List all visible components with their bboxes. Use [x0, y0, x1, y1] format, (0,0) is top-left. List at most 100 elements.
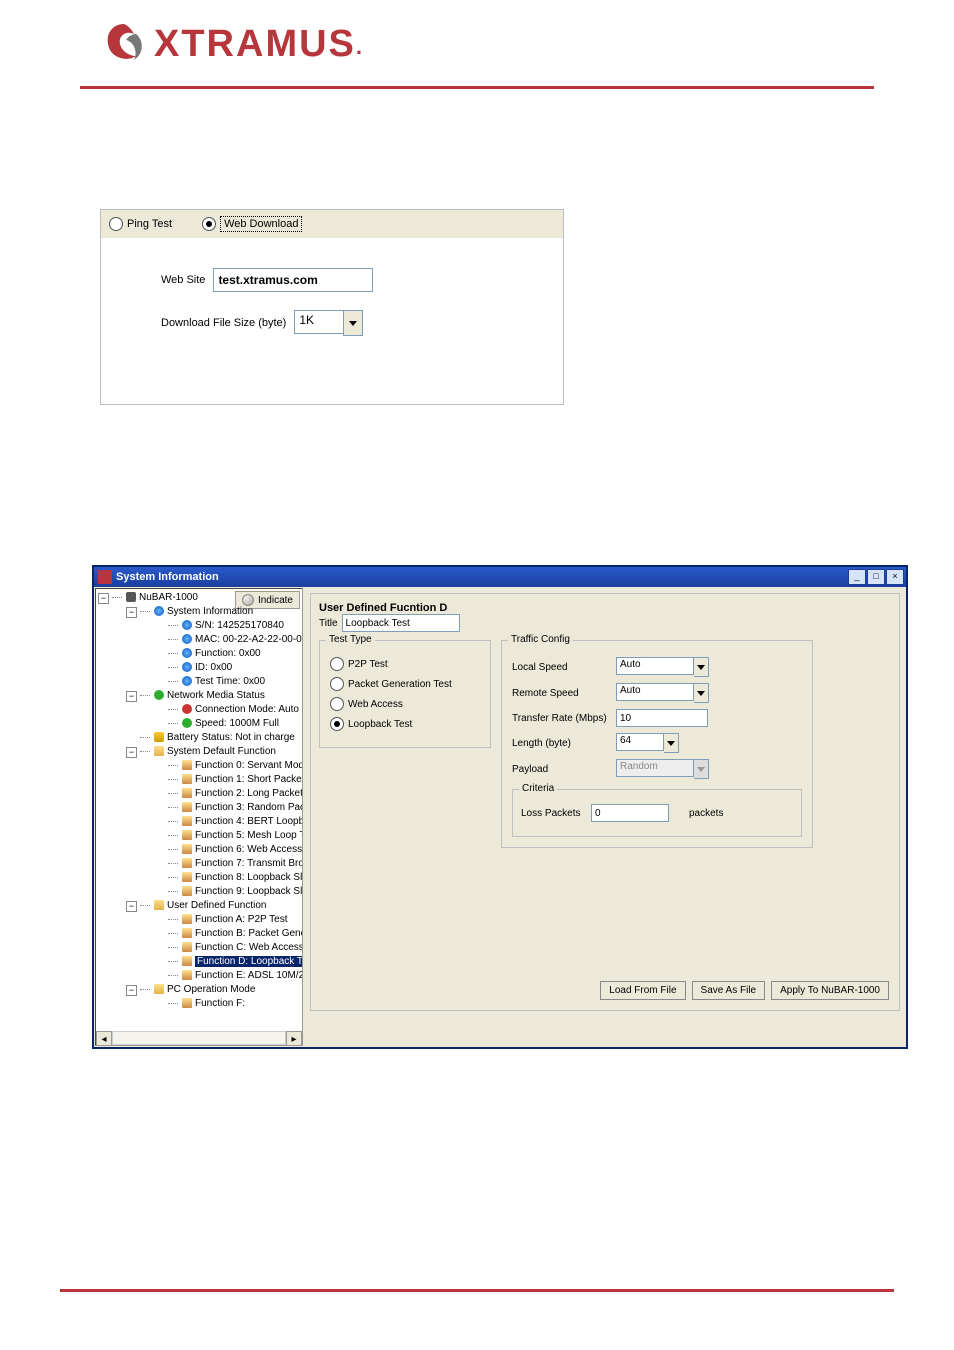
tree-fb[interactable]: Function B: Packet Generation — [195, 928, 303, 939]
info-icon — [182, 676, 192, 686]
traffic-config-title: Traffic Config — [508, 634, 573, 645]
tree-f7[interactable]: Function 7: Transmit Broadcast Packets — [195, 858, 303, 869]
tree-root[interactable]: NuBAR-1000 — [139, 592, 198, 603]
info-icon — [182, 634, 192, 644]
packet-gen-radio[interactable]: Packet Generation Test — [330, 677, 480, 691]
info-icon — [182, 648, 192, 658]
func-icon — [182, 998, 192, 1008]
tree-f3[interactable]: Function 3: Random Packet Test — [195, 802, 303, 813]
navigation-tree[interactable]: Indicate −NuBAR-1000 −System Information… — [95, 588, 303, 1046]
tree-pc[interactable]: PC Operation Mode — [167, 984, 255, 995]
form-heading: User Defined Fucntion D — [319, 602, 891, 614]
apply-button[interactable]: Apply To NuBAR-1000 — [771, 981, 889, 1000]
folder-icon — [154, 746, 164, 756]
tree-media[interactable]: Network Media Status — [167, 690, 265, 701]
tree-scrollbar[interactable]: ◂ ▸ — [96, 1031, 302, 1045]
tree-sn[interactable]: S/N: 142525170840 — [195, 620, 284, 631]
window-title: System Information — [116, 571, 848, 583]
battery-icon — [154, 732, 164, 742]
tree-f8[interactable]: Function 8: Loopback Slave (Layer1) — [195, 872, 303, 883]
tree-conn[interactable]: Connection Mode: Auto — [195, 704, 299, 715]
tree-ff[interactable]: Function F: — [195, 998, 245, 1009]
download-size-select[interactable]: 1K — [294, 310, 363, 336]
tree-function[interactable]: Function: 0x00 — [195, 648, 261, 659]
remote-speed-value: Auto — [616, 683, 694, 701]
website-input[interactable] — [213, 268, 373, 292]
tree-f4[interactable]: Function 4: BERT Loopback Test — [195, 816, 303, 827]
ping-test-radio[interactable]: Ping Test — [109, 217, 172, 231]
tree-speed[interactable]: Speed: 1000M Full — [195, 718, 279, 729]
footer-divider — [60, 1289, 894, 1292]
web-access-radio[interactable]: Web Access — [330, 697, 480, 711]
func-icon — [182, 830, 192, 840]
tree-fd-selected[interactable]: Function D: Loopback Test — [195, 956, 303, 967]
criteria-group: Criteria Loss Packets packets — [512, 789, 802, 837]
brand-logo: XTRAMUS. — [100, 20, 914, 68]
download-size-label: Download File Size (byte) — [161, 317, 286, 329]
website-label: Web Site — [161, 274, 205, 286]
test-type-title: Test Type — [326, 634, 375, 645]
transfer-rate-input[interactable] — [616, 709, 708, 727]
radio-checked-icon — [330, 717, 344, 731]
func-icon — [182, 788, 192, 798]
ping-test-label: Ping Test — [127, 218, 172, 230]
func-icon — [182, 956, 192, 966]
window-titlebar[interactable]: System Information _ □ × — [94, 567, 906, 587]
test-type-group: Test Type P2P Test Packet Generation Tes… — [319, 640, 491, 748]
tree-f0[interactable]: Function 0: Servant Mode — [195, 760, 303, 771]
scroll-right-icon[interactable]: ▸ — [286, 1031, 302, 1046]
minimize-button[interactable]: _ — [848, 569, 866, 585]
tree-fe[interactable]: Function E: ADSL 10M/20M — [195, 970, 303, 981]
p2p-test-radio[interactable]: P2P Test — [330, 657, 480, 671]
loss-packets-label: Loss Packets — [521, 808, 591, 819]
func-icon — [182, 942, 192, 952]
traffic-config-group: Traffic Config Local Speed Auto Remote S… — [501, 640, 813, 848]
web-label: Web Access — [348, 699, 403, 710]
web-download-label: Web Download — [220, 216, 302, 232]
radio-icon — [330, 657, 344, 671]
local-speed-value: Auto — [616, 657, 694, 675]
length-select[interactable]: 64 — [616, 733, 679, 753]
save-as-file-button[interactable]: Save As File — [692, 981, 766, 1000]
maximize-button[interactable]: □ — [867, 569, 885, 585]
info-icon — [182, 620, 192, 630]
radio-icon — [330, 677, 344, 691]
info-icon — [182, 662, 192, 672]
remote-speed-select[interactable]: Auto — [616, 683, 709, 703]
web-download-radio[interactable]: Web Download — [202, 216, 302, 232]
tree-f1[interactable]: Function 1: Short Packet Test — [195, 774, 303, 785]
scroll-track[interactable] — [112, 1031, 286, 1045]
tree-f9[interactable]: Function 9: Loopback Slave (Layer2) — [195, 886, 303, 897]
tree-sysinfo[interactable]: System Information — [167, 606, 253, 617]
func-icon — [182, 872, 192, 882]
folder-icon — [154, 984, 164, 994]
func-icon — [182, 816, 192, 826]
title-input[interactable] — [342, 614, 460, 632]
tree-udf[interactable]: User Defined Function — [167, 900, 267, 911]
chevron-down-icon — [664, 733, 679, 753]
tree-f5[interactable]: Function 5: Mesh Loop Test — [195, 830, 303, 841]
close-button[interactable]: × — [886, 569, 904, 585]
loopback-test-radio[interactable]: Loopback Test — [330, 717, 480, 731]
folder-icon — [154, 900, 164, 910]
func-icon — [182, 858, 192, 868]
tree-testtime[interactable]: Test Time: 0x00 — [195, 676, 265, 687]
status-icon — [182, 704, 192, 714]
tree-fc[interactable]: Function C: Web Access — [195, 942, 303, 953]
tree-fa[interactable]: Function A: P2P Test — [195, 914, 287, 925]
tree-f2[interactable]: Function 2: Long Packet Test — [195, 788, 303, 799]
tree-sdf[interactable]: System Default Function — [167, 746, 276, 757]
tree-batt[interactable]: Battery Status: Not in charge — [167, 732, 295, 743]
loss-packets-input[interactable] — [591, 804, 669, 822]
tree-f6[interactable]: Function 6: Web Access — [195, 844, 302, 855]
web-download-panel: Ping Test Web Download Web Site Download… — [100, 209, 564, 405]
scroll-left-icon[interactable]: ◂ — [96, 1031, 112, 1046]
logo-swirl-icon — [100, 20, 148, 68]
local-speed-select[interactable]: Auto — [616, 657, 709, 677]
load-from-file-button[interactable]: Load From File — [600, 981, 685, 1000]
payload-label: Payload — [512, 764, 616, 775]
brand-text: XTRAMUS. — [154, 23, 364, 66]
radio-icon — [330, 697, 344, 711]
tree-mac[interactable]: MAC: 00-22-A2-22-00-02 — [195, 634, 303, 645]
tree-id[interactable]: ID: 0x00 — [195, 662, 232, 673]
